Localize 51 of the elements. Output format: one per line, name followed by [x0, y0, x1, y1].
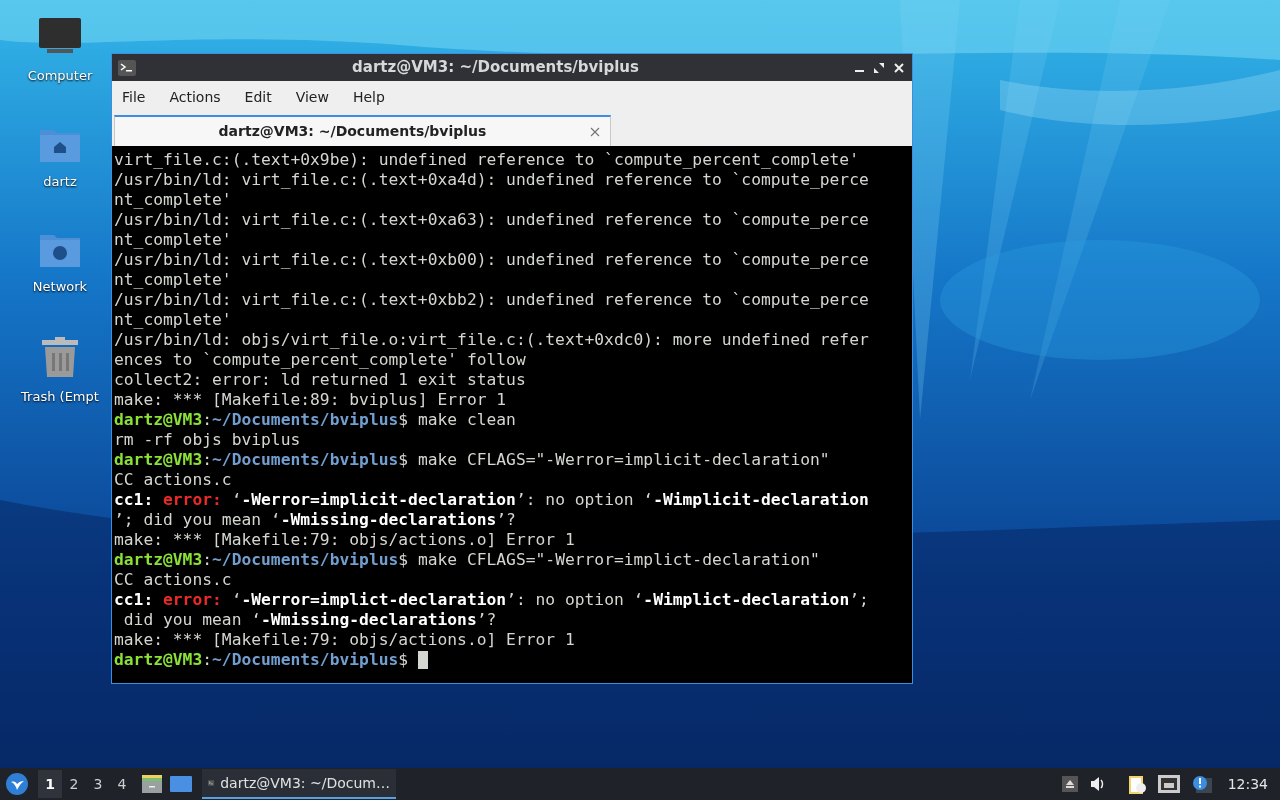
terminal-line: /usr/bin/ld: virt_file.c:(.text+0xa4d): undefined reference to `compute_perce	[114, 170, 869, 190]
terminal-line: dartz@VM3:~/Documents/bviplus$ make clean	[114, 410, 516, 430]
terminal-line: virt_file.c:(.text+0x9be): undefined reference to `compute_percent_complete'	[114, 150, 859, 170]
eject-icon[interactable]	[1061, 776, 1078, 792]
task-button[interactable]: dartz@VM3: ~/Docum…	[202, 769, 396, 799]
terminal-line: dartz@VM3:~/Documents/bviplus$ make CFLAGS="-Werror=implicit-declaration"	[114, 450, 830, 470]
desktop-icon-label[interactable]: dartz	[43, 171, 77, 191]
menu-item[interactable]: Actions	[169, 86, 221, 108]
window-title: dartz@VM3: ~/Documents/bviplus	[351, 57, 640, 79]
maximize-icon[interactable]	[874, 62, 884, 73]
menu-item[interactable]: Help	[352, 86, 385, 108]
terminal-line: dartz@VM3:~/Documents/bviplus$	[114, 650, 410, 670]
terminal-line: collect2: error: ld returned 1 exit status	[114, 370, 526, 390]
terminal-tab[interactable]: dartz@VM3: ~/Documents/bviplus	[114, 115, 611, 146]
workspace-button[interactable]: 1	[38, 770, 62, 798]
monitor-icon	[39, 18, 81, 56]
menu-item[interactable]: View	[295, 86, 329, 108]
terminal-line: ’; did you mean ‘-Wmissing-declarations’?	[114, 510, 516, 530]
desktop-icon-label[interactable]: Network	[32, 277, 88, 297]
notification-icon[interactable]	[1191, 775, 1212, 793]
terminal-line: /usr/bin/ld: virt_file.c:(.text+0xbb2): undefined reference to `compute_perce	[114, 290, 869, 310]
desktop-icon-label[interactable]: Trash (Empt	[21, 386, 99, 406]
menu-item[interactable]: Edit	[244, 86, 272, 108]
terminal-line: nt_complete'	[114, 310, 232, 330]
terminal-line: rm -rf objs bviplus	[114, 430, 301, 450]
terminal-line: dartz@VM3:~/Documents/bviplus$ make CFLAGS="-Werror=implict-declaration"	[114, 550, 820, 570]
terminal-line: cc1: error: ‘-Werror=implict-declaration’: no option ‘-Wimplict-declaration’;	[114, 590, 869, 610]
terminal-line: /usr/bin/ld: objs/virt_file.o:virt_file.c:(.text+0xdc0): more undefined refer	[114, 330, 869, 350]
terminal-line: nt_complete'	[114, 230, 232, 250]
terminal-line: /usr/bin/ld: virt_file.c:(.text+0xb00): undefined reference to `compute_perce	[114, 250, 869, 270]
clipboard-icon[interactable]	[1127, 774, 1146, 794]
terminal-line: nt_complete'	[114, 190, 232, 210]
trash-icon	[42, 336, 78, 377]
terminal-line: nt_complete'	[114, 270, 232, 290]
workspace-button[interactable]: 3	[86, 770, 110, 798]
terminal-line: make: *** [Makefile:79: objs/actions.o] Error 1	[114, 630, 575, 650]
menu-item[interactable]: File	[122, 86, 146, 108]
terminal-line: CC actions.c	[114, 570, 232, 590]
terminal-line: make: *** [Makefile:89: bviplus] Error 1	[114, 390, 507, 410]
workspace-button[interactable]: 2	[62, 770, 86, 798]
terminal-line: cc1: error: ‘-Werror=implicit-declaration’: no option ‘-Wimplicit-declaration	[114, 490, 869, 510]
terminal-line: did you mean ‘-Wmissing-declarations’?	[122, 610, 497, 630]
terminal-line: CC actions.c	[114, 470, 232, 490]
network-port-icon[interactable]	[1157, 775, 1180, 793]
clock[interactable]: 12:34	[1227, 773, 1268, 795]
terminal-line: /usr/bin/ld: virt_file.c:(.text+0xa63): undefined reference to `compute_perce	[114, 210, 869, 230]
workspace-button[interactable]: 4	[110, 770, 134, 798]
speaker-icon[interactable]	[1089, 776, 1106, 792]
terminal-line: ences to `compute_percent_complete' follow	[114, 350, 526, 370]
terminal-icon	[118, 59, 136, 76]
terminal-line: make: *** [Makefile:79: objs/actions.o] Error 1	[114, 530, 575, 550]
